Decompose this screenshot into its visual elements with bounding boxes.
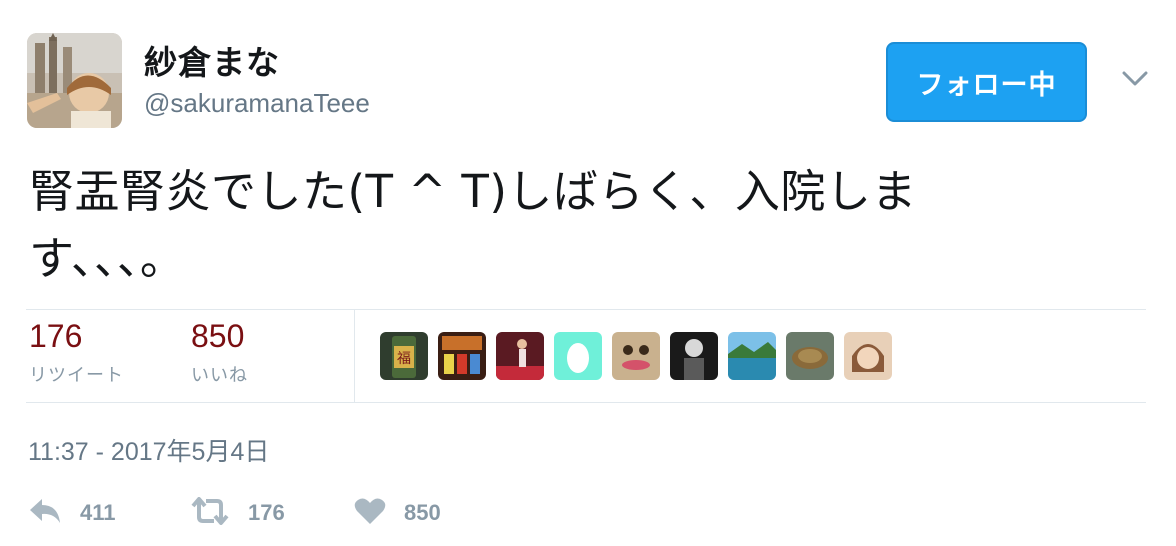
liker-avatar-face[interactable] — [612, 332, 660, 380]
chevron-down-icon[interactable] — [1120, 64, 1150, 94]
liker-avatar-skull[interactable] — [670, 332, 718, 380]
reply-icon — [28, 497, 62, 529]
user-handle[interactable]: @sakuramanaTeee — [144, 88, 370, 119]
stats-bottom-divider — [26, 402, 1146, 403]
liker-avatar-dancer[interactable] — [496, 332, 544, 380]
like-stat[interactable]: 850 いいね — [191, 318, 248, 387]
retweet-action-count: 176 — [248, 500, 285, 525]
heart-icon — [354, 497, 386, 529]
liker-avatar-girl[interactable] — [844, 332, 892, 380]
display-name[interactable]: 紗倉まな — [144, 36, 280, 84]
liker-avatar-egg[interactable] — [554, 332, 602, 380]
reply-count: 411 — [80, 500, 116, 525]
stats-vertical-divider — [354, 309, 355, 403]
following-button[interactable]: フォロー中 — [886, 42, 1087, 122]
svg-text:福: 福 — [397, 351, 411, 367]
stats-top-divider — [26, 309, 1146, 310]
liker-avatar-lake[interactable] — [728, 332, 776, 380]
retweet-button[interactable]: 176 — [190, 497, 285, 529]
retweet-label: リツイート — [29, 365, 124, 386]
profile-avatar[interactable] — [27, 33, 122, 128]
retweet-stat[interactable]: 176 リツイート — [29, 318, 124, 387]
tweet-text: 腎盂腎炎でした(T ^ T)しばらく、入院しま す、、、。 — [29, 165, 917, 285]
like-label: いいね — [191, 365, 248, 386]
like-count: 850 — [191, 318, 245, 354]
liker-avatar-turtle[interactable] — [786, 332, 834, 380]
tweet-timestamp[interactable]: 11:37 - 2017年5月4日 — [28, 432, 269, 468]
liker-avatars: 福 — [380, 332, 892, 380]
liker-avatar-can[interactable]: 福 — [380, 332, 428, 380]
liker-avatar-pachinko[interactable] — [438, 332, 486, 380]
retweet-count: 176 — [29, 318, 83, 354]
like-button[interactable]: 850 — [354, 497, 441, 529]
like-action-count: 850 — [404, 500, 441, 525]
reply-button[interactable]: 411 — [28, 497, 116, 529]
retweet-icon — [190, 497, 230, 529]
